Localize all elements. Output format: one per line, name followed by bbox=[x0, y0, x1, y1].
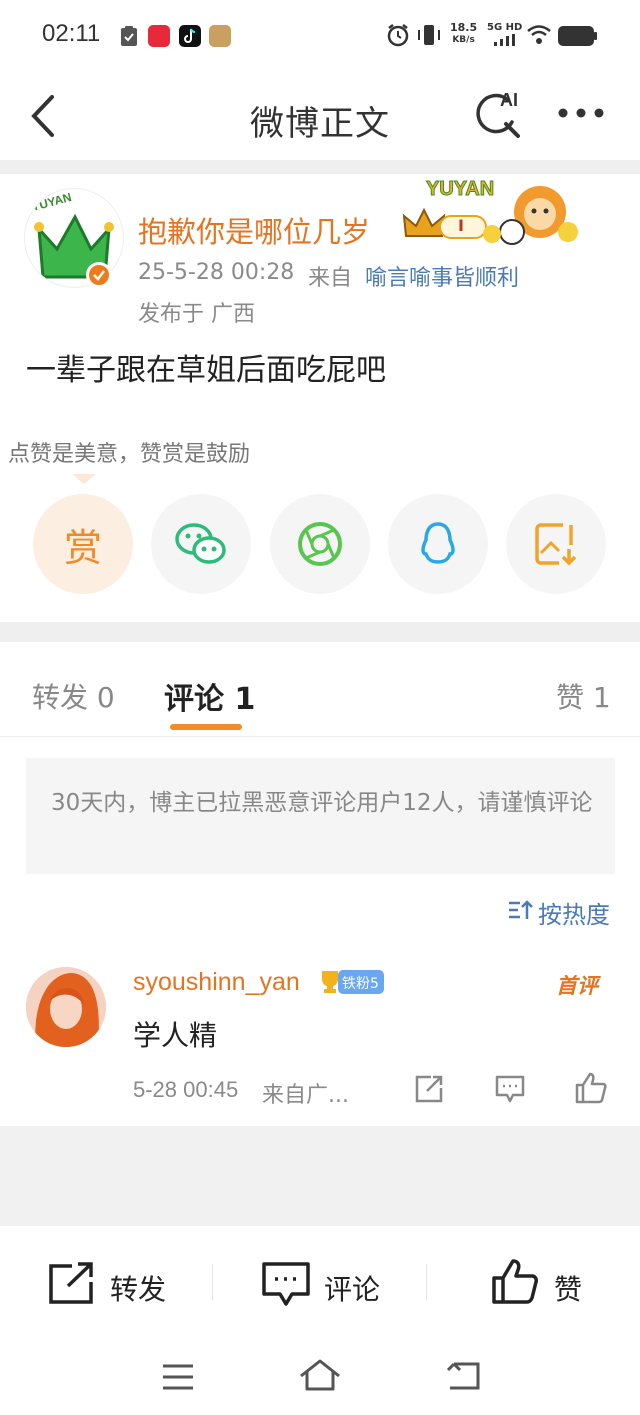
verified-badge-icon bbox=[86, 262, 112, 288]
yuyan-badge: YUYAN bbox=[420, 176, 586, 246]
post-source-link[interactable]: 喻言喻事皆顺利 bbox=[365, 260, 519, 292]
speed-value: 18.5 bbox=[450, 21, 478, 34]
speed-unit: KB/s bbox=[452, 35, 475, 45]
game-app-icon bbox=[209, 25, 231, 47]
empty-area bbox=[0, 1126, 640, 1226]
save-image-icon bbox=[535, 523, 577, 566]
reward-button[interactable]: 赏 bbox=[33, 494, 133, 594]
repost-icon bbox=[49, 1262, 93, 1304]
more-icon[interactable] bbox=[556, 106, 606, 120]
like-button[interactable]: 赞 bbox=[490, 1256, 610, 1308]
wechat-icon bbox=[175, 523, 226, 564]
yuyan-badge-text: YUYAN bbox=[425, 178, 495, 201]
battery-icon bbox=[558, 26, 597, 46]
tab-like[interactable]: 赞 1 bbox=[556, 676, 611, 716]
qq-penguin-icon bbox=[421, 522, 455, 564]
reward-tip: 点赞是美意，赞赏是鼓励 bbox=[8, 442, 251, 467]
post-source-label: 来自 bbox=[308, 266, 353, 291]
home-icon[interactable] bbox=[298, 1358, 342, 1392]
like-icon bbox=[492, 1259, 538, 1304]
network-type: 5G HD bbox=[487, 22, 523, 33]
network-speed: 18.5 KB/s bbox=[450, 22, 477, 46]
comment-share-icon[interactable] bbox=[413, 1074, 445, 1104]
divider bbox=[0, 736, 640, 737]
status-bar: 02:11 18.5 KB/s 5G HD bbox=[0, 0, 640, 70]
signal-icon bbox=[494, 34, 515, 46]
commenter-avatar[interactable] bbox=[26, 967, 106, 1047]
fan-badge: 铁粉5 bbox=[338, 970, 384, 994]
tip-arrow-icon bbox=[72, 474, 96, 484]
post-location: 发布于 广西 bbox=[138, 302, 255, 327]
first-comment-tag: 首评 bbox=[556, 974, 598, 998]
author-name[interactable]: 抱歉你是哪位几岁 bbox=[138, 209, 370, 251]
moments-aperture-icon bbox=[298, 522, 342, 566]
ai-search-button[interactable]: AI bbox=[472, 90, 526, 140]
notice-text: 30天内，博主已拉黑恶意评论用户12人，请谨慎评论 bbox=[51, 790, 593, 816]
post-text: 一辈子跟在草姐后面吃屁吧 bbox=[26, 353, 386, 388]
comment-icon bbox=[262, 1262, 310, 1306]
clipboard-icon bbox=[121, 26, 137, 46]
wifi-icon bbox=[527, 25, 551, 44]
repost-label: 转发 bbox=[110, 1273, 167, 1306]
back-nav-icon[interactable] bbox=[444, 1360, 482, 1392]
divider bbox=[212, 1264, 213, 1300]
share-wechat-button[interactable] bbox=[151, 494, 251, 594]
tiktok-icon bbox=[179, 25, 201, 47]
alarm-icon bbox=[387, 24, 409, 47]
share-qq-button[interactable] bbox=[388, 494, 488, 594]
commenter-username[interactable]: syoushinn_yan bbox=[133, 968, 300, 997]
share-moments-button[interactable] bbox=[270, 494, 370, 594]
comment-like-icon[interactable] bbox=[574, 1072, 608, 1104]
menu-icon[interactable] bbox=[160, 1362, 196, 1392]
repost-button[interactable]: 转发 bbox=[46, 1258, 196, 1310]
page-title: 微博正文 bbox=[250, 104, 390, 144]
shopping-app-icon bbox=[148, 25, 170, 47]
sort-icon bbox=[509, 900, 533, 919]
comment-button[interactable]: 评论 bbox=[260, 1258, 410, 1310]
ai-label: AI bbox=[500, 90, 518, 110]
sort-by-hot-button[interactable]: 按热度 bbox=[538, 895, 610, 930]
post-time: 25-5-28 00:28 bbox=[138, 260, 295, 285]
save-image-button[interactable] bbox=[506, 494, 606, 594]
comment-reply-icon[interactable] bbox=[494, 1074, 526, 1104]
tab-active-indicator bbox=[170, 724, 242, 730]
reward-label: 赏 bbox=[63, 525, 102, 570]
tab-repost[interactable]: 转发 0 bbox=[32, 676, 115, 716]
divider bbox=[0, 622, 640, 642]
comment-time: 5-28 00:45 bbox=[133, 1077, 239, 1102]
status-time: 02:11 bbox=[42, 20, 101, 47]
comment-label: 评论 bbox=[324, 1273, 381, 1306]
tab-comment[interactable]: 评论 1 bbox=[164, 674, 255, 718]
avatar-photo bbox=[26, 967, 106, 1047]
like-label: 赞 bbox=[554, 1273, 583, 1306]
comment-source: 来自广... bbox=[262, 1083, 349, 1108]
divider bbox=[0, 160, 640, 174]
divider bbox=[426, 1264, 427, 1300]
vibrate-icon bbox=[418, 25, 440, 45]
comment-text: 学人精 bbox=[133, 1019, 218, 1052]
